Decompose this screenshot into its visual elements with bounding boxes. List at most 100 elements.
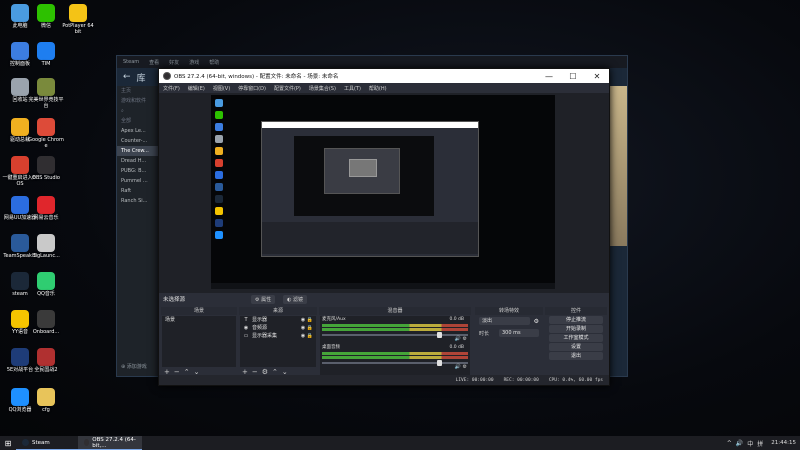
taskbar-steam[interactable]: Steam xyxy=(16,436,78,450)
add-game-button[interactable]: ⊕ 添加游戏 xyxy=(121,363,147,370)
control-button[interactable]: 退出 xyxy=(549,352,603,360)
steam-library-sidebar: 主页 游戏和软件 ⌕ 全部 Apex Le... Counter-... The C… xyxy=(117,86,161,376)
properties-button[interactable]: ⚙ 属性 xyxy=(251,294,276,304)
visibility-lock-icon[interactable]: ◉ 🔒 xyxy=(301,324,316,332)
steam-menu-item[interactable]: Steam xyxy=(123,59,139,65)
mute-settings-icon[interactable]: 🔊 ⚙ xyxy=(455,364,467,370)
obs-menu-item[interactable]: 文件(F) xyxy=(163,85,180,92)
computer-icon xyxy=(11,4,29,22)
obs-menu-item[interactable]: 场景集合(S) xyxy=(309,85,336,92)
steam-menubar: Steam 查看 好友 游戏 帮助 xyxy=(117,56,627,68)
potplayer-icon xyxy=(69,4,87,22)
obs-window[interactable]: OBS 27.2.4 (64-bit, windows) - 配置文件: 未命名… xyxy=(158,68,610,386)
obs-menu-item[interactable]: 配置文件(P) xyxy=(274,85,301,92)
control-panel-icon xyxy=(11,42,29,60)
ime-mode-icon[interactable]: 中 xyxy=(747,439,753,448)
preview-area xyxy=(159,93,609,293)
steam-section-all[interactable]: 全部 xyxy=(117,116,161,126)
steam-game-item[interactable]: Ranch Si... xyxy=(117,196,161,206)
properties-label: 属性 xyxy=(261,296,272,303)
obs-menu-item[interactable]: 帮助(H) xyxy=(369,85,387,92)
steam-menu-item[interactable]: 查看 xyxy=(149,59,159,66)
back-arrow-icon[interactable]: ← xyxy=(123,72,131,82)
desktop-shortcut[interactable]: 全民国战2 xyxy=(28,348,64,373)
source-item[interactable]: ◉ 音频源 ◉ 🔒 xyxy=(240,324,316,332)
mixer-dock: 混音器 麦克风/Aux 0.0 dB 🔊 ⚙ 桌面音频 0.0 dB 🔊 ⚙ xyxy=(319,307,471,377)
yy-icon xyxy=(11,310,29,328)
obs-menu-item[interactable]: 编辑(E) xyxy=(188,85,205,92)
desktop-shortcut[interactable]: Onboard... xyxy=(28,310,64,335)
desktop-shortcut[interactable]: 完美世界竞技平台 xyxy=(28,78,64,109)
steam-menu-item[interactable]: 帮助 xyxy=(209,59,219,66)
windows-start-icon[interactable]: ⊞ xyxy=(0,439,16,448)
source-type-icon: ◉ xyxy=(243,325,249,331)
steam-game-item[interactable]: Dread H... xyxy=(117,156,161,166)
desktop-shortcut[interactable]: 网易云音乐 xyxy=(28,196,64,221)
desktop-shortcut[interactable]: QQ音乐 xyxy=(28,272,64,297)
desktop-shortcut[interactable]: PotPlayer 64 bit xyxy=(60,4,96,35)
duration-input[interactable]: 300 ms xyxy=(499,329,539,337)
steam-menu-item[interactable]: 游戏 xyxy=(189,59,199,66)
qq-browser-icon xyxy=(11,388,29,406)
control-button[interactable]: 开始录制 xyxy=(549,325,603,333)
sources-dock: 来源 T 显示器 ◉ 🔒 ◉ 音频源 ◉ 🔒 ▭ 显示器采集 ◉ 🔒 + − ⚙ ⌃ ⌄ xyxy=(239,307,317,377)
desktop-shortcut-label: PotPlayer 64 bit xyxy=(62,23,94,35)
desktop-shortcut[interactable]: 微信 xyxy=(28,4,64,29)
mixer-dock-title: 混音器 xyxy=(319,307,471,315)
control-button[interactable]: 工作室模式 xyxy=(549,334,603,342)
desktop-shortcut[interactable]: cfg xyxy=(28,388,64,413)
control-button[interactable]: 设置 xyxy=(549,343,603,351)
clock[interactable]: 21:44:15 xyxy=(771,440,796,446)
volume-slider-knob[interactable] xyxy=(437,332,442,338)
obs-menu-item[interactable]: 停靠窗口(D) xyxy=(238,85,266,92)
volume-slider[interactable] xyxy=(322,360,468,366)
scene-item[interactable]: 场景 xyxy=(162,316,236,324)
source-item[interactable]: T 显示器 ◉ 🔒 xyxy=(240,316,316,324)
search-icon[interactable]: ⌕ xyxy=(117,106,161,116)
obs-menu-item[interactable]: 工具(T) xyxy=(344,85,361,92)
desktop-shortcut[interactable]: BigLaunc... xyxy=(28,234,64,259)
scenes-dock: 场景 场景 + − ⌃ ⌄ xyxy=(161,307,237,377)
source-name: 显示器 xyxy=(252,317,268,323)
steam-game-item[interactable]: The Crew... xyxy=(117,146,161,156)
scene-toolbar: 未选择源 ⚙ 属性 ◐ 滤镜 xyxy=(159,293,609,305)
tray-expand-icon[interactable]: ^ xyxy=(727,440,732,447)
ime-icon[interactable]: 拼 xyxy=(757,439,763,448)
desktop-shortcut[interactable]: OBS Studio xyxy=(28,156,64,181)
steam-game-item[interactable]: Counter-... xyxy=(117,136,161,146)
source-item[interactable]: ▭ 显示器采集 ◉ 🔒 xyxy=(240,332,316,340)
maximize-icon[interactable]: ☐ xyxy=(561,72,585,81)
preview-canvas[interactable] xyxy=(211,95,555,289)
steam-game-item[interactable]: Pummel ... xyxy=(117,176,161,186)
gear-icon[interactable]: ⚙ xyxy=(534,318,539,325)
mixer-track-name: 桌面音频 xyxy=(322,345,340,350)
steam-game-item[interactable]: Raft xyxy=(117,186,161,196)
transition-select[interactable]: 淡出 xyxy=(479,317,530,325)
mute-settings-icon[interactable]: 🔊 ⚙ xyxy=(455,336,467,342)
desktop-shortcut-label: Onboard... xyxy=(32,329,60,335)
desktop-shortcut[interactable]: Google Chrome xyxy=(28,118,64,149)
steam-menu-item[interactable]: 好友 xyxy=(169,59,179,66)
minimize-icon[interactable]: — xyxy=(537,72,561,81)
desktop-shortcut[interactable]: TIM xyxy=(28,42,64,67)
preview-desktop-icons xyxy=(215,99,237,243)
steam-game-item[interactable]: Apex Le... xyxy=(117,126,161,136)
visibility-lock-icon[interactable]: ◉ 🔒 xyxy=(301,316,316,324)
steam-game-item[interactable]: PUBG: B... xyxy=(117,166,161,176)
volume-slider[interactable] xyxy=(322,332,468,338)
control-button[interactable]: 停止推流 xyxy=(549,316,603,324)
obs-titlebar[interactable]: OBS 27.2.4 (64-bit, windows) - 配置文件: 未命名… xyxy=(159,69,609,83)
volume-slider-knob[interactable] xyxy=(437,360,442,366)
visibility-lock-icon[interactable]: ◉ 🔒 xyxy=(301,332,316,340)
taskbar-obs[interactable]: OBS 27.2.4 (64-bit,... xyxy=(78,436,142,450)
obs-menu-item[interactable]: 视图(V) xyxy=(213,85,230,92)
filters-button[interactable]: ◐ 滤镜 xyxy=(283,294,308,304)
steam-home-link[interactable]: 主页 xyxy=(117,86,161,96)
steam-library-title[interactable]: 库 xyxy=(137,71,146,84)
volume-icon[interactable]: 🔊 xyxy=(736,440,743,447)
teamspeak-icon xyxy=(11,234,29,252)
rec-status: REC: 00:00:00 xyxy=(503,377,539,383)
close-icon[interactable]: ✕ xyxy=(585,72,609,81)
desktop-shortcut-label: QQ音乐 xyxy=(37,291,55,297)
desktop-shortcut-label: TIM xyxy=(41,61,51,67)
